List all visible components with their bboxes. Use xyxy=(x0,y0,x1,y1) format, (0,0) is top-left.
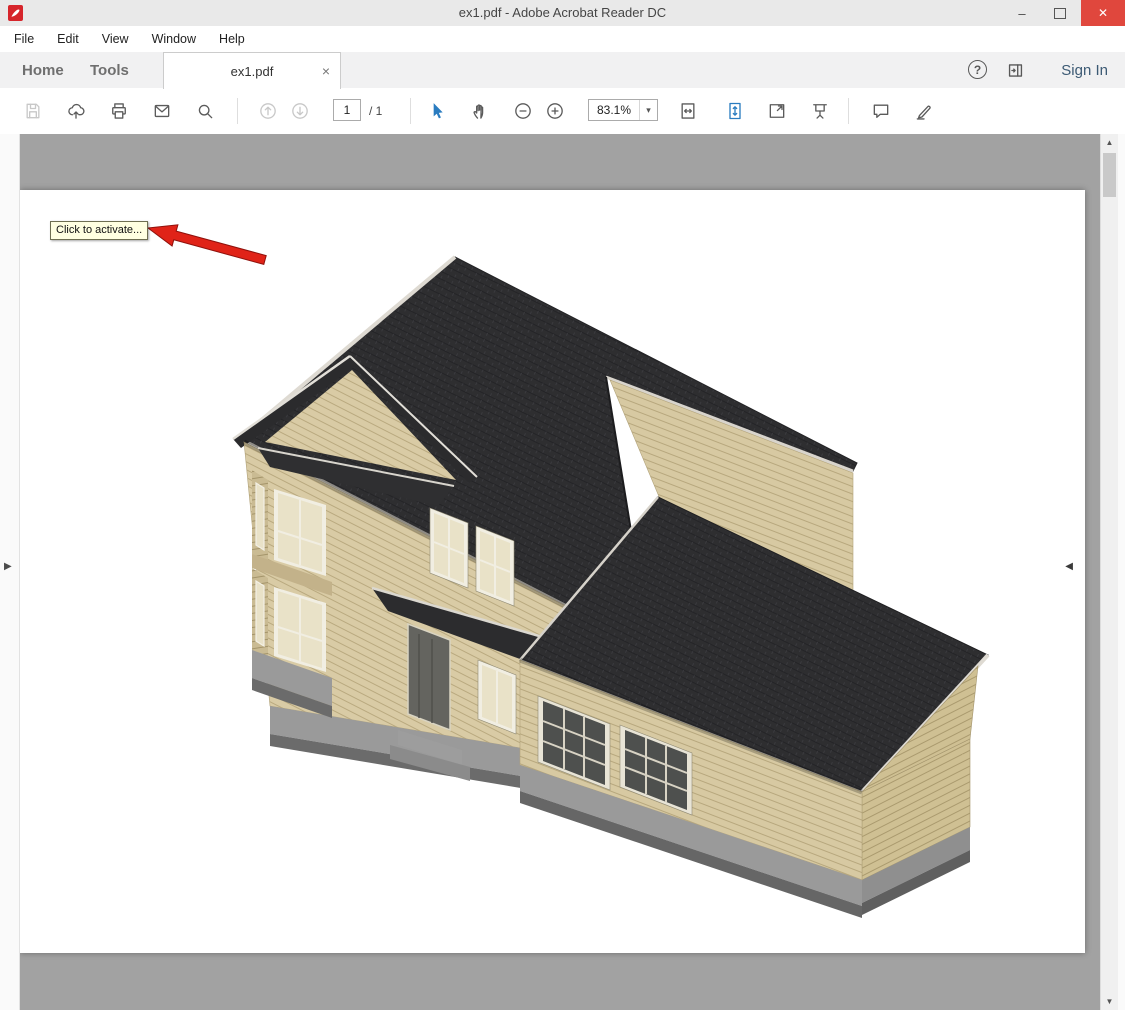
highlight-button[interactable] xyxy=(910,97,938,125)
acrobat-reader-window: ex1.pdf - Adobe Acrobat Reader DC – ✕ Fi… xyxy=(0,0,1125,1010)
help-button[interactable]: ? xyxy=(968,60,987,79)
fit-width-button[interactable] xyxy=(674,97,702,125)
fullscreen-button[interactable] xyxy=(763,97,791,125)
print-button[interactable] xyxy=(105,97,133,125)
highlight-icon xyxy=(914,101,934,121)
title-bar: ex1.pdf - Adobe Acrobat Reader DC – ✕ xyxy=(0,0,1125,26)
menu-item-edit[interactable]: Edit xyxy=(57,32,79,46)
activate-tooltip[interactable]: Click to activate... xyxy=(50,221,148,240)
document-tab[interactable]: ex1.pdf × xyxy=(163,52,341,89)
menu-item-file[interactable]: File xyxy=(14,32,34,46)
search-icon xyxy=(195,101,215,121)
zoom-out-button[interactable] xyxy=(509,97,537,125)
scroll-up-button[interactable]: ▲ xyxy=(1101,134,1118,151)
save-button[interactable] xyxy=(19,97,47,125)
comment-button[interactable] xyxy=(867,97,895,125)
print-icon xyxy=(109,101,129,121)
zoom-level-value: 83.1% xyxy=(589,100,639,120)
window-title: ex1.pdf - Adobe Acrobat Reader DC xyxy=(0,0,1125,26)
toolbar-separator xyxy=(410,98,411,124)
fit-width-icon xyxy=(678,101,698,121)
right-edge-strip xyxy=(1118,134,1125,1010)
scrollbar-thumb[interactable] xyxy=(1103,153,1116,197)
page-down-icon xyxy=(290,101,310,121)
main-toolbar: / 1 83.1% ▾ xyxy=(0,88,1125,135)
select-tool-icon xyxy=(427,101,447,121)
maximize-icon xyxy=(1054,8,1066,19)
tools-pane-toggle[interactable]: ◀ xyxy=(1065,562,1073,572)
menu-bar: File Edit View Window Help xyxy=(0,26,1125,52)
bay-windows xyxy=(252,470,332,718)
cloud-upload-button[interactable] xyxy=(62,97,90,125)
search-button[interactable] xyxy=(191,97,219,125)
help-icon: ? xyxy=(974,63,981,77)
nav-pane-toggle[interactable]: ▶ xyxy=(4,562,12,572)
close-button[interactable]: ✕ xyxy=(1081,0,1125,26)
zoom-level-dropdown[interactable]: 83.1% ▾ xyxy=(588,99,658,121)
menu-item-view[interactable]: View xyxy=(102,32,129,46)
page-up-icon xyxy=(258,101,278,121)
email-icon xyxy=(152,101,172,121)
tools-pane-icon xyxy=(1006,61,1025,80)
page-count-label: / 1 xyxy=(369,88,382,134)
navigation-pane-strip: ▶ xyxy=(0,134,20,1010)
next-page-button[interactable] xyxy=(286,97,314,125)
vertical-scrollbar[interactable]: ▲ ▼ xyxy=(1100,134,1118,1010)
page-scroll-mode-icon xyxy=(725,101,745,121)
pdf-page[interactable]: Click to activate... xyxy=(20,190,1085,953)
document-tab-label: ex1.pdf xyxy=(231,64,274,79)
maximize-button[interactable] xyxy=(1041,0,1079,26)
tab-bar: Home Tools ex1.pdf × ? Sign In xyxy=(0,52,1125,89)
hand-tool-icon xyxy=(470,101,490,121)
zoom-caret-icon[interactable]: ▾ xyxy=(639,100,657,120)
tab-tools[interactable]: Tools xyxy=(90,52,129,88)
email-button[interactable] xyxy=(148,97,176,125)
tools-pane-button[interactable] xyxy=(1005,60,1025,80)
zoom-in-button[interactable] xyxy=(541,97,569,125)
page-number-input[interactable] xyxy=(333,99,361,121)
scroll-down-button[interactable]: ▼ xyxy=(1101,993,1118,1010)
minimize-button[interactable]: – xyxy=(1005,0,1039,26)
document-canvas: Click to activate... xyxy=(20,134,1100,1010)
annotation-arrow xyxy=(148,225,266,265)
save-icon xyxy=(23,101,43,121)
zoom-out-icon xyxy=(513,101,533,121)
comment-icon xyxy=(871,101,891,121)
hand-tool-button[interactable] xyxy=(466,97,494,125)
page-scroll-mode-button[interactable] xyxy=(721,97,749,125)
toolbar-separator xyxy=(848,98,849,124)
menu-item-help[interactable]: Help xyxy=(219,32,245,46)
sign-in-button[interactable]: Sign In xyxy=(1061,52,1108,88)
menu-item-window[interactable]: Window xyxy=(152,32,196,46)
cloud-upload-icon xyxy=(66,101,86,121)
tab-close-icon[interactable]: × xyxy=(322,64,330,78)
page-graphics xyxy=(20,190,1085,953)
previous-page-button[interactable] xyxy=(254,97,282,125)
house-rendering xyxy=(233,257,988,918)
fullscreen-icon xyxy=(767,101,787,121)
tab-home[interactable]: Home xyxy=(22,52,64,88)
presentation-button[interactable] xyxy=(806,97,834,125)
zoom-in-icon xyxy=(545,101,565,121)
select-tool-button[interactable] xyxy=(423,97,451,125)
toolbar-separator xyxy=(237,98,238,124)
presentation-icon xyxy=(810,101,830,121)
document-area: ▶ Click to activate... xyxy=(0,134,1125,1010)
